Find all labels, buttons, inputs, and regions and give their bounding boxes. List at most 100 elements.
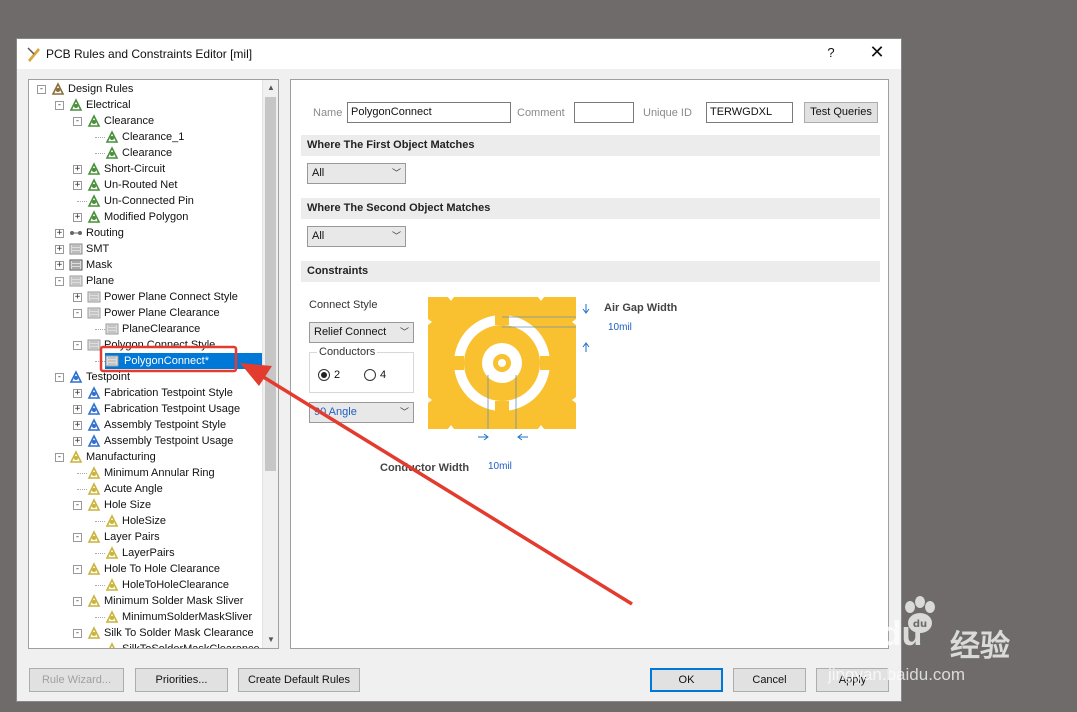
expand-icon[interactable]: +	[73, 213, 82, 222]
name-field[interactable]: PolygonConnect	[347, 102, 511, 123]
tree-item[interactable]: PolygonConnect*	[29, 353, 262, 369]
collapse-icon[interactable]: -	[73, 629, 82, 638]
tree-item[interactable]: - Manufacturing	[29, 449, 262, 465]
tree-item[interactable]: + Routing	[29, 225, 262, 241]
first-match-select[interactable]: All ﹀	[307, 163, 406, 184]
tree-item[interactable]: HoleSize	[29, 513, 262, 529]
tree-item[interactable]: + Modified Polygon	[29, 209, 262, 225]
conductor-width-label: Conductor Width	[380, 462, 470, 474]
second-match-select[interactable]: All ﹀	[307, 226, 406, 247]
expand-icon[interactable]: +	[73, 165, 82, 174]
air-gap-width-label: Air Gap Width	[604, 302, 678, 314]
collapse-icon[interactable]: -	[73, 533, 82, 542]
collapse-icon[interactable]: -	[55, 101, 64, 110]
manufacturing-icon	[87, 498, 101, 512]
plane-icon	[69, 274, 83, 288]
collapse-icon[interactable]: -	[73, 565, 82, 574]
create-default-rules-button[interactable]: Create Default Rules	[238, 668, 360, 692]
tree-item[interactable]: Un-Connected Pin	[29, 193, 262, 209]
tree-item[interactable]: + Fabrication Testpoint Style	[29, 385, 262, 401]
scroll-down-icon[interactable]: ▼	[263, 632, 278, 648]
first-match-value: All	[312, 167, 325, 179]
expand-icon[interactable]: +	[55, 261, 64, 270]
tree-item[interactable]: + Power Plane Connect Style	[29, 289, 262, 305]
tree-item-label: Polygon Connect Style	[104, 339, 216, 351]
collapse-icon[interactable]: -	[73, 117, 82, 126]
help-button[interactable]: ?	[821, 45, 841, 60]
mask-icon	[69, 258, 83, 272]
tree-item[interactable]: + Assembly Testpoint Style	[29, 417, 262, 433]
expand-icon[interactable]: +	[55, 245, 64, 254]
scroll-up-icon[interactable]: ▲	[263, 80, 278, 96]
tree-item[interactable]: - Polygon Connect Style	[29, 337, 262, 353]
collapse-icon[interactable]: -	[37, 85, 46, 94]
angle-select[interactable]: 90 Angle ﹀	[309, 402, 414, 423]
expand-icon[interactable]: +	[73, 389, 82, 398]
tree-connector	[95, 553, 105, 554]
tree-item[interactable]: + Mask	[29, 257, 262, 273]
tree-item[interactable]: HoleToHoleClearance	[29, 577, 262, 593]
priorities-button[interactable]: Priorities...	[135, 668, 228, 692]
collapse-icon[interactable]: -	[55, 373, 64, 382]
unique-id-field[interactable]: TERWGDXL	[706, 102, 793, 123]
second-match-header: Where The Second Object Matches	[301, 198, 880, 219]
tree-item[interactable]: Clearance_1	[29, 129, 262, 145]
conductor-width-dimension-arrows-icon	[478, 433, 528, 441]
plane-rule-icon	[105, 322, 119, 336]
tree-item-label: Mask	[86, 259, 113, 271]
tree-item[interactable]: - Power Plane Clearance	[29, 305, 262, 321]
expand-icon[interactable]: +	[73, 181, 82, 190]
tree-item[interactable]: LayerPairs	[29, 545, 262, 561]
tree-item[interactable]: - Plane	[29, 273, 262, 289]
close-button[interactable]: ✕	[867, 42, 887, 63]
collapse-icon[interactable]: -	[55, 277, 64, 286]
tree-item-label: Clearance_1	[122, 131, 185, 143]
tree-item[interactable]: Acute Angle	[29, 481, 262, 497]
tree-item[interactable]: PlaneClearance	[29, 321, 262, 337]
first-match-header: Where The First Object Matches	[301, 135, 880, 156]
tree-item[interactable]: - Hole To Hole Clearance	[29, 561, 262, 577]
tree-item[interactable]: SilkToSolderMaskClearance	[29, 641, 262, 648]
conductors-4-radio[interactable]	[364, 369, 376, 381]
expand-icon[interactable]: +	[73, 437, 82, 446]
tree-item[interactable]: - Testpoint	[29, 369, 262, 385]
expand-icon[interactable]: +	[73, 405, 82, 414]
collapse-icon[interactable]: -	[73, 501, 82, 510]
collapse-icon[interactable]: -	[55, 453, 64, 462]
tree-scrollbar[interactable]: ▲ ▼	[262, 80, 278, 648]
unrouted-net-icon	[87, 178, 101, 192]
collapse-icon[interactable]: -	[73, 341, 82, 350]
tree-item[interactable]: + Un-Routed Net	[29, 177, 262, 193]
tree-item-label: Assembly Testpoint Style	[104, 419, 227, 431]
tree-item[interactable]: + Short-Circuit	[29, 161, 262, 177]
tree-item[interactable]: - Minimum Solder Mask Sliver	[29, 593, 262, 609]
tree-item[interactable]: - Hole Size	[29, 497, 262, 513]
tree-item[interactable]: - Silk To Solder Mask Clearance	[29, 625, 262, 641]
tree-item[interactable]: + Assembly Testpoint Usage	[29, 433, 262, 449]
tree-item[interactable]: + Fabrication Testpoint Usage	[29, 401, 262, 417]
conductors-2-radio[interactable]	[318, 369, 330, 381]
expand-icon[interactable]: +	[73, 421, 82, 430]
tree-item[interactable]: - Design Rules	[29, 81, 262, 97]
scroll-thumb[interactable]	[265, 97, 276, 471]
comment-field[interactable]	[574, 102, 634, 123]
conductors-label: Conductors	[317, 346, 378, 358]
tree-item[interactable]: Minimum Annular Ring	[29, 465, 262, 481]
tree-item[interactable]: Clearance	[29, 145, 262, 161]
collapse-icon[interactable]: -	[73, 309, 82, 318]
ok-button[interactable]: OK	[650, 668, 723, 692]
expand-icon[interactable]: +	[55, 229, 64, 238]
rules-tree[interactable]: - Design Rules - Electrical - Clearance Cleara…	[28, 79, 279, 649]
connect-style-select[interactable]: Relief Connect ﹀	[309, 322, 414, 343]
expand-icon[interactable]: +	[73, 293, 82, 302]
test-queries-button[interactable]: Test Queries	[804, 102, 878, 123]
collapse-icon[interactable]: -	[73, 597, 82, 606]
rule-wizard-button[interactable]: Rule Wizard...	[29, 668, 124, 692]
tree-item[interactable]: MinimumSolderMaskSliver	[29, 609, 262, 625]
tree-item[interactable]: - Clearance	[29, 113, 262, 129]
tree-item[interactable]: - Layer Pairs	[29, 529, 262, 545]
cancel-button[interactable]: Cancel	[733, 668, 806, 692]
plane-rule-icon	[87, 338, 101, 352]
tree-item[interactable]: + SMT	[29, 241, 262, 257]
tree-item[interactable]: - Electrical	[29, 97, 262, 113]
